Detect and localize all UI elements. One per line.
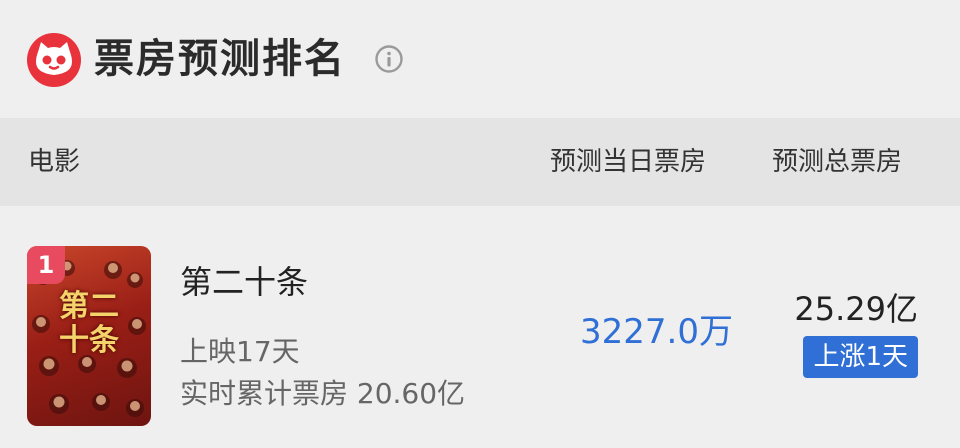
table-row[interactable]: 1 第二十条 第二十条 上映17天 实时累计票房 20.60亿 3227.0万 …	[0, 206, 960, 448]
poster-title: 第二十条	[59, 289, 119, 358]
rank-badge: 1	[27, 246, 65, 284]
cat-logo-icon	[27, 33, 81, 87]
info-icon[interactable]	[374, 44, 404, 74]
release-days: 上映17天	[180, 335, 300, 368]
page-header: 票房预测排名	[0, 0, 960, 118]
table-header: 电影 预测当日票房 预测总票房	[0, 118, 960, 206]
column-header-movie: 电影	[28, 147, 81, 177]
daily-forecast-value: 3227.0万	[580, 312, 733, 352]
cumulative-box-office: 实时累计票房 20.60亿	[180, 377, 466, 410]
movie-poster[interactable]: 1 第二十条	[27, 246, 151, 426]
column-header-daily-forecast[interactable]: 预测当日票房	[550, 118, 706, 206]
total-forecast-value: 25.29亿	[794, 290, 918, 328]
column-header-total-forecast[interactable]: 预测总票房	[772, 118, 902, 206]
movie-name[interactable]: 第二十条	[180, 262, 308, 302]
trend-badge: 上涨1天	[803, 336, 918, 378]
page-title: 票房预测排名	[94, 36, 346, 82]
